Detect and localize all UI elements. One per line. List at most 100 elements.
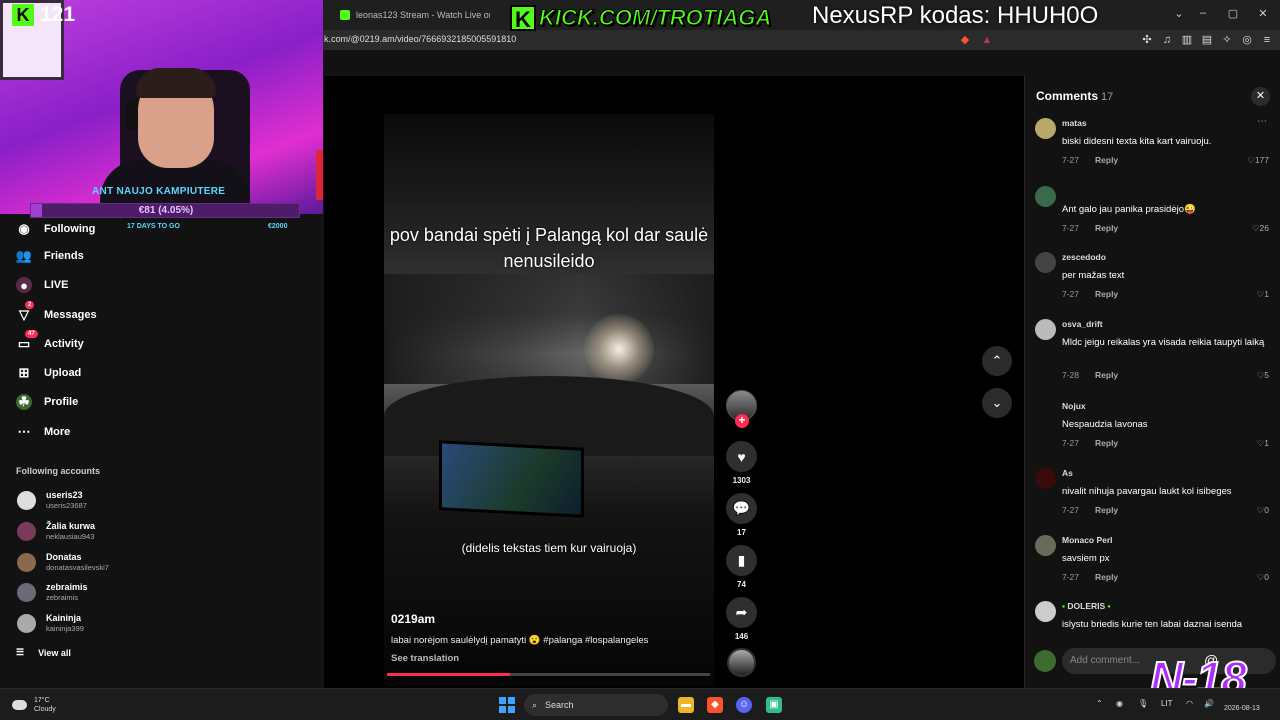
tab-list-chevron-icon[interactable]: ⌄ <box>1172 7 1186 20</box>
share-button[interactable]: ➦ <box>726 597 757 628</box>
comment-button[interactable]: 💬 <box>726 493 757 524</box>
comment-user[interactable]: Nojux <box>1062 401 1086 411</box>
like-button[interactable]: ♥ <box>726 441 757 472</box>
comment-like[interactable]: ♡1 <box>1257 438 1269 449</box>
file-explorer-icon[interactable]: ▬ <box>678 697 694 713</box>
view-all-button[interactable]: ☰ View all <box>16 647 71 658</box>
comment-user[interactable]: ▪ DOLERIS ▪ <box>1062 601 1111 611</box>
sidebar-item-live[interactable]: ● LIVE <box>16 276 68 294</box>
leo-ai-icon[interactable]: ✧ <box>1220 33 1234 47</box>
microphone-icon[interactable]: 🎙 <box>1138 699 1148 708</box>
browser-tab[interactable]: leonas123 Stream - Watch Live on Ki <box>330 4 490 26</box>
avatar[interactable] <box>1035 535 1056 556</box>
avatar[interactable] <box>1035 401 1056 422</box>
following-account[interactable]: Žalia kurwa neklausiau943 <box>17 521 95 541</box>
avatar[interactable] <box>1035 468 1056 489</box>
avatar[interactable] <box>1035 252 1056 273</box>
wifi-icon[interactable]: ◠ <box>1186 699 1193 708</box>
tray-chevron-icon[interactable]: ⌃ <box>1096 699 1103 708</box>
comment-like[interactable]: ♡1 <box>1257 289 1269 300</box>
account-name: useris23 <box>46 490 83 500</box>
close-window-icon[interactable]: ✕ <box>1256 7 1270 20</box>
reply-button[interactable]: Reply <box>1095 370 1118 380</box>
minimize-icon[interactable]: – <box>1196 7 1210 19</box>
more-options-icon[interactable]: ⋯ <box>1257 116 1267 127</box>
windows-start-icon[interactable] <box>499 697 515 713</box>
sidebar-toggle-icon[interactable]: ▥ <box>1180 33 1194 47</box>
sidebar-item-friends[interactable]: 👥 Friends <box>16 247 84 265</box>
comments-title-label: Comments <box>1036 89 1099 103</box>
page-header-strip <box>324 50 1024 76</box>
sidebar-item-messages[interactable]: ▽ 2 Messages <box>16 301 97 324</box>
following-account[interactable]: zebraimis zebraimis <box>17 582 88 602</box>
goal-title: ANT NAUJO KAMPIUTERE <box>92 186 226 197</box>
discord-icon[interactable]: ☺ <box>736 697 752 713</box>
comment-meta: 7-27 Reply <box>1062 505 1118 515</box>
sidebar-item-profile[interactable]: ☘ Profile <box>16 393 78 411</box>
reply-button[interactable]: Reply <box>1095 289 1118 299</box>
following-account[interactable]: useris23 useris23687 <box>17 490 87 510</box>
list-icon: ☰ <box>16 647 25 657</box>
save-count: 74 <box>737 580 746 589</box>
video-progress-bar[interactable] <box>387 673 710 676</box>
language-indicator[interactable]: LIT <box>1161 699 1173 708</box>
sidebar-item-following[interactable]: ◉ Following <box>16 220 95 238</box>
reply-button[interactable]: Reply <box>1095 505 1118 515</box>
comment-like[interactable]: ♡26 <box>1252 223 1269 234</box>
see-translation-link[interactable]: See translation <box>391 653 459 664</box>
reply-button[interactable]: Reply <box>1095 223 1118 233</box>
menu-icon[interactable]: ≡ <box>1260 33 1274 47</box>
music-disc-icon[interactable] <box>727 648 756 677</box>
comment-user[interactable]: As <box>1062 468 1073 478</box>
comment-like[interactable]: ♡0 <box>1257 572 1269 583</box>
avatar <box>1034 650 1056 672</box>
taskbar-date[interactable]: 2026-08-13 <box>1224 705 1260 712</box>
video-player[interactable] <box>384 114 714 686</box>
following-account[interactable]: Donatas donatasvasilevski7 <box>17 552 109 572</box>
reply-button[interactable]: Reply <box>1095 438 1118 448</box>
comment-user[interactable]: zescedodo <box>1062 252 1106 262</box>
weather-widget[interactable]: 17°C Cloudy <box>12 696 56 714</box>
avatar[interactable] <box>1035 319 1056 340</box>
save-button[interactable]: ▮ <box>726 545 757 576</box>
url-field[interactable]: k.com/@0219.am/video/7666932185005591810 <box>324 34 516 44</box>
brave-browser-icon[interactable]: ◆ <box>707 697 723 713</box>
reply-button[interactable]: Reply <box>1095 155 1118 165</box>
avatar[interactable] <box>1035 118 1056 139</box>
media-icon[interactable]: ♫ <box>1160 33 1174 47</box>
sidebar-item-activity[interactable]: ▭ 47 Activity <box>16 330 84 353</box>
app-icon[interactable]: ▣ <box>766 697 782 713</box>
rewards-icon[interactable]: ▲ <box>980 33 994 47</box>
comment-count: 17 <box>737 528 746 537</box>
comment-user[interactable]: matas <box>1062 118 1087 128</box>
comment-user[interactable]: Monaco Perl <box>1062 535 1113 545</box>
reply-button[interactable]: Reply <box>1095 572 1118 582</box>
comment-date: 7-28 <box>1062 370 1080 380</box>
comment-user[interactable]: osva_drift <box>1062 319 1103 329</box>
avatar[interactable] <box>1035 601 1056 622</box>
video-author[interactable]: 0219am <box>391 612 435 626</box>
volume-icon[interactable]: 🔊 <box>1204 699 1214 708</box>
previous-video-button[interactable]: ⌃ <box>982 346 1012 376</box>
extensions-icon[interactable]: ✣ <box>1140 33 1154 47</box>
comment-like-count: 177 <box>1254 155 1269 165</box>
avatar[interactable] <box>1035 186 1056 207</box>
brave-shield-icon[interactable]: ◆ <box>958 33 972 47</box>
close-comments-button[interactable]: ✕ <box>1251 87 1270 106</box>
comment-like[interactable]: ♡0 <box>1257 505 1269 516</box>
comment-like[interactable]: ♡5 <box>1257 370 1269 381</box>
tray-app-icon[interactable]: ◉ <box>1116 699 1123 708</box>
comment-date: 7-27 <box>1062 155 1080 165</box>
sidebar-item-more[interactable]: ⋯ More <box>16 423 71 441</box>
following-account[interactable]: Kaininja kaininja399 <box>17 613 84 633</box>
comment-like[interactable]: ♡177 <box>1247 155 1269 166</box>
wallet-icon[interactable]: ▤ <box>1200 33 1214 47</box>
next-video-button[interactable]: ⌄ <box>982 388 1012 418</box>
taskbar-search[interactable]: ⌕ Search <box>524 694 668 716</box>
maximize-icon[interactable]: ▢ <box>1226 7 1240 20</box>
vpn-icon[interactable]: ◎ <box>1240 33 1254 47</box>
account-handle: useris23687 <box>46 501 87 510</box>
chevron-up-icon: ⌃ <box>991 353 1003 368</box>
follow-plus-icon[interactable]: + <box>735 414 749 428</box>
sidebar-item-upload[interactable]: ⊞ Upload <box>16 364 82 382</box>
